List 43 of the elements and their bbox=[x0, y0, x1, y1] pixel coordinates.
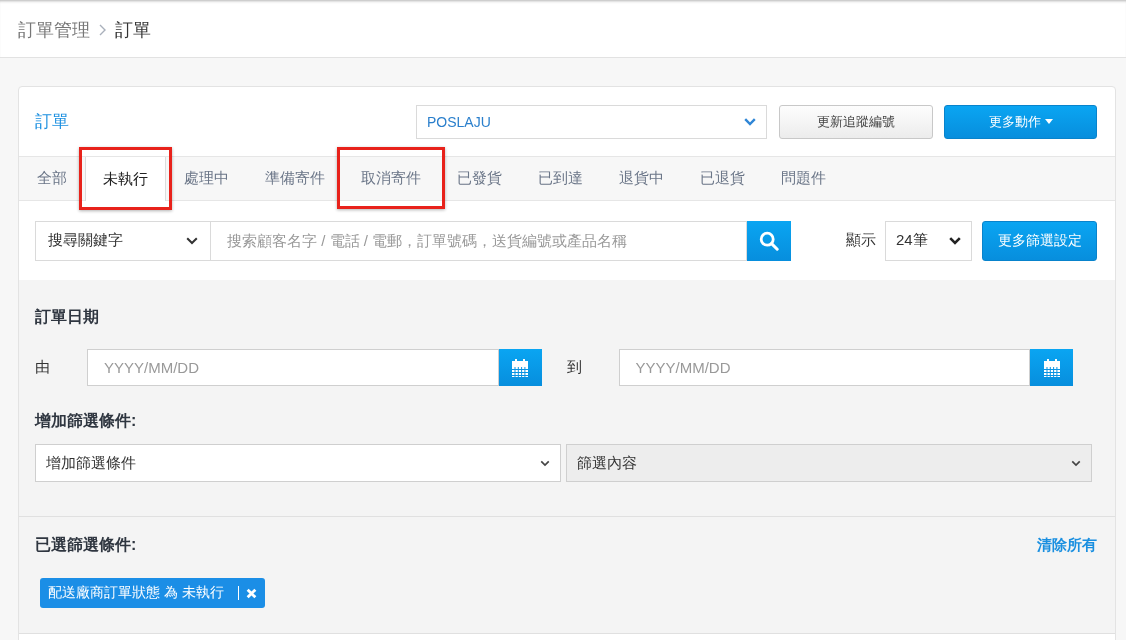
search-button[interactable] bbox=[747, 220, 791, 261]
courier-select[interactable]: POSLAJU bbox=[416, 104, 767, 139]
chevron-down-icon bbox=[949, 236, 961, 245]
chevron-down-icon bbox=[1071, 459, 1081, 467]
search-icon bbox=[759, 230, 779, 251]
search-field[interactable]: 搜索顧客名字 / 電話 / 電郵，訂單號碼，送貨編號或產品名稱 bbox=[211, 220, 747, 261]
remove-icon[interactable] bbox=[245, 587, 257, 599]
action-button[interactable]: 更多動作 bbox=[944, 104, 1097, 139]
date-field[interactable]: YYYY/MM/DD bbox=[618, 349, 1030, 386]
action-button[interactable]: 更新追蹤編號 bbox=[779, 104, 933, 139]
breadcrumb-link[interactable]: 訂單管理 bbox=[18, 17, 90, 42]
date-field[interactable]: YYYY/MM/DD bbox=[87, 349, 499, 386]
more-filters-button[interactable]: 更多篩選設定 bbox=[982, 220, 1097, 261]
status-tab[interactable]: 取消寄件 bbox=[343, 157, 439, 200]
section-heading: 增加篩選條件: bbox=[35, 412, 137, 429]
section-heading: 訂單日期 bbox=[35, 308, 99, 325]
chevron-down-icon bbox=[744, 117, 756, 126]
filter-tag-label: 配送廠商訂單狀態 為 未執行 bbox=[48, 584, 224, 602]
section-heading: 已選篩選條件: bbox=[35, 535, 137, 555]
clear-all-link[interactable]: 清除所有 bbox=[1037, 535, 1097, 555]
calendar-icon bbox=[1042, 358, 1061, 377]
status-tab[interactable]: 準備寄件 bbox=[247, 157, 343, 200]
show-label: 顯示 bbox=[846, 231, 876, 250]
card-title: 訂單 bbox=[35, 111, 69, 133]
chevron-right-icon bbox=[99, 23, 106, 36]
calendar-button[interactable] bbox=[498, 349, 542, 386]
status-tab[interactable]: 處理中 bbox=[166, 157, 247, 200]
chevron-down-icon bbox=[540, 459, 550, 467]
calendar-button[interactable] bbox=[1030, 349, 1073, 386]
status-tab[interactable]: 已退貨 bbox=[682, 157, 763, 200]
search-field-select[interactable]: 搜尋關鍵字 bbox=[35, 220, 211, 261]
calendar-icon bbox=[511, 358, 529, 377]
filter-select[interactable]: 增加篩選條件 bbox=[35, 444, 561, 482]
date-label: 到 bbox=[566, 358, 582, 377]
page-size-select[interactable]: 24筆 bbox=[885, 220, 972, 261]
date-label: 由 bbox=[35, 358, 50, 377]
status-tab[interactable]: 已到達 bbox=[520, 157, 601, 200]
status-tab[interactable]: 退貨中 bbox=[601, 157, 682, 200]
chevron-down-icon bbox=[186, 236, 198, 245]
status-tab[interactable]: 全部 bbox=[19, 157, 85, 200]
status-tab[interactable]: 問題件 bbox=[763, 157, 844, 200]
breadcrumb-current: 訂單 bbox=[115, 18, 151, 42]
status-tab[interactable]: 已發貨 bbox=[439, 157, 520, 200]
